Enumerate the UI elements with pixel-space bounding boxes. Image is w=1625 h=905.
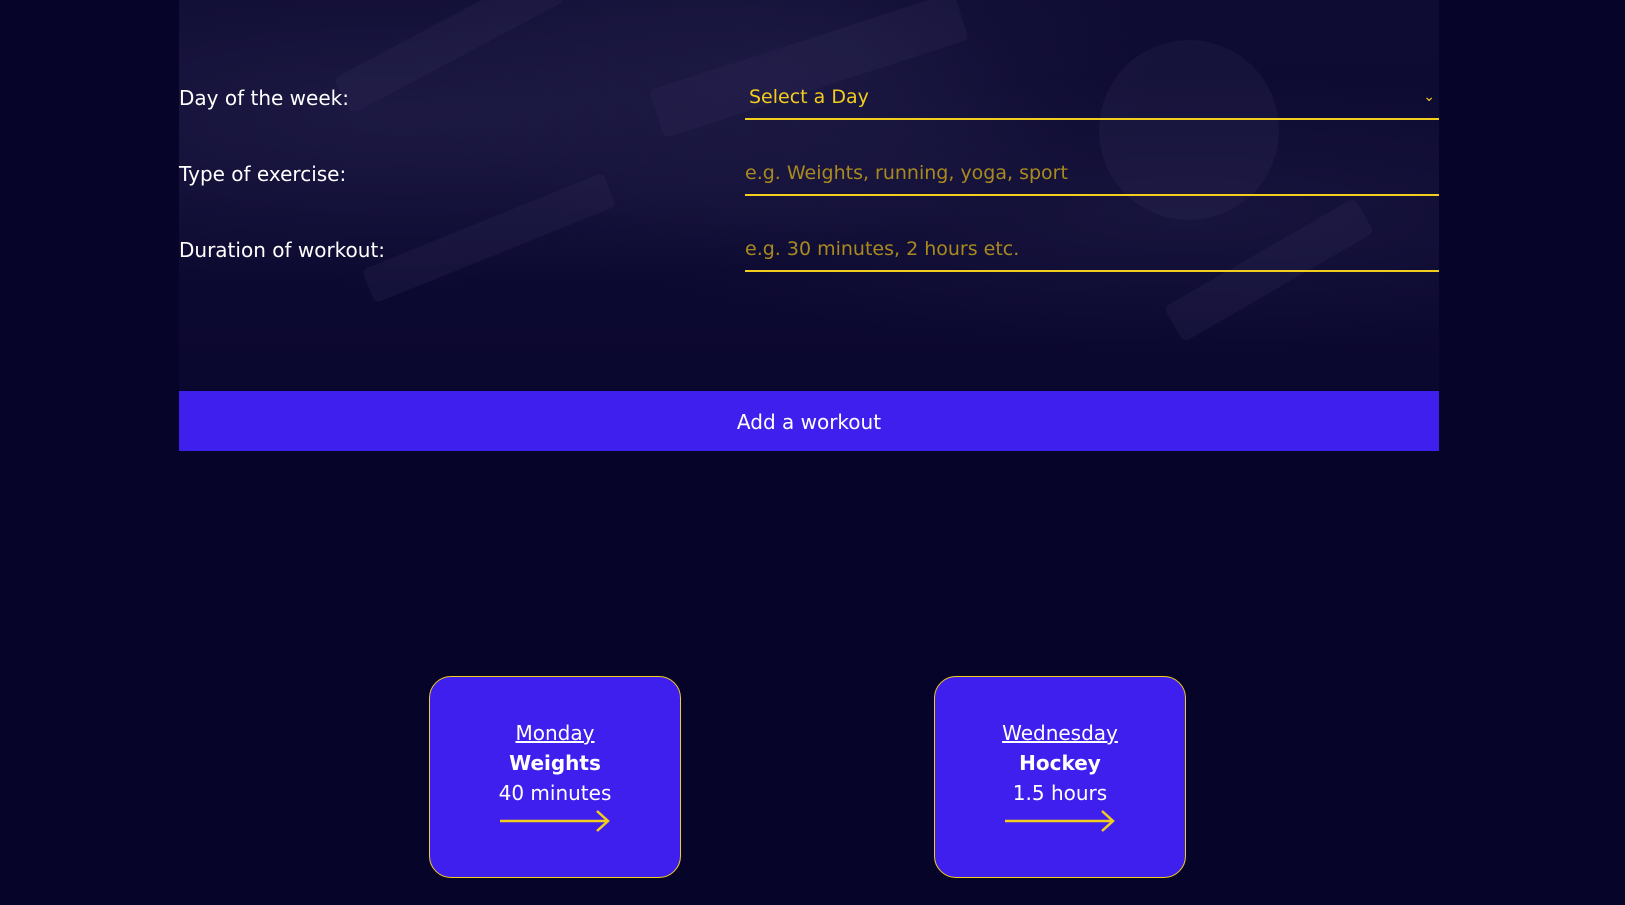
arrow-right-icon[interactable] (500, 809, 612, 833)
exercise-type-row: Type of exercise: e.g. Weights, running,… (179, 152, 1439, 196)
arrow-right-icon[interactable] (1005, 809, 1117, 833)
workout-day-link[interactable]: Monday (430, 721, 680, 745)
workout-day-link[interactable]: Wednesday (935, 721, 1185, 745)
duration-row: Duration of workout: e.g. 30 minutes, 2 … (179, 228, 1439, 272)
workout-card[interactable]: Wednesday Hockey 1.5 hours (934, 676, 1186, 878)
workout-card[interactable]: Monday Weights 40 minutes (429, 676, 681, 878)
exercise-type-placeholder: e.g. Weights, running, yoga, sport (745, 162, 1068, 184)
workout-duration: 1.5 hours (1012, 781, 1108, 805)
duration-placeholder: e.g. 30 minutes, 2 hours etc. (745, 238, 1020, 260)
workout-planner-page: Day of the week: Select a Day ⌄ Type of … (0, 0, 1625, 905)
add-workout-button[interactable]: Add a workout (179, 391, 1439, 451)
workout-type: Hockey (1019, 751, 1101, 775)
workout-duration: 40 minutes (498, 781, 612, 805)
workout-type: Weights (509, 751, 601, 775)
exercise-type-input[interactable]: e.g. Weights, running, yoga, sport (745, 152, 1439, 196)
chevron-down-icon: ⌄ (1423, 89, 1435, 105)
exercise-type-label: Type of exercise: (179, 162, 347, 186)
day-select-value: Select a Day (749, 86, 869, 108)
duration-input[interactable]: e.g. 30 minutes, 2 hours etc. (745, 228, 1439, 272)
day-select[interactable]: Select a Day ⌄ (745, 76, 1439, 120)
duration-label: Duration of workout: (179, 238, 386, 262)
day-label: Day of the week: (179, 86, 349, 110)
day-row: Day of the week: Select a Day ⌄ (179, 76, 1439, 120)
